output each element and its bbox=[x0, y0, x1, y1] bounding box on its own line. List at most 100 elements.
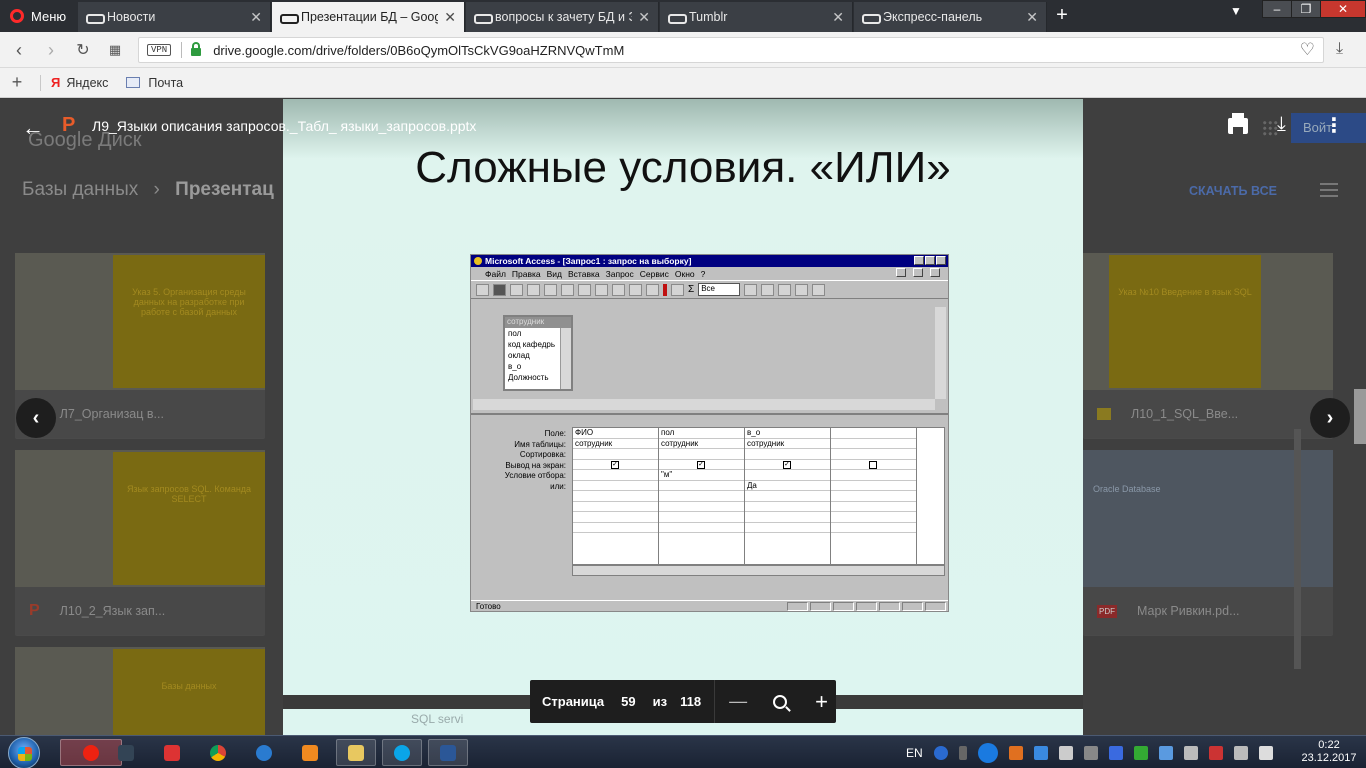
taskbar-save[interactable] bbox=[106, 739, 146, 766]
speed-dial-button[interactable]: ▦ bbox=[104, 39, 126, 61]
powerpoint-icon: P bbox=[29, 602, 40, 619]
close-window-button[interactable]: ✕ bbox=[1320, 0, 1366, 18]
start-button[interactable] bbox=[8, 737, 40, 768]
close-icon bbox=[930, 268, 940, 277]
flag-icon[interactable] bbox=[1258, 745, 1273, 760]
tab-news[interactable]: Новости ✕ bbox=[78, 2, 271, 32]
tab-close-icon[interactable]: ✕ bbox=[638, 9, 650, 26]
grid-cell-sort bbox=[745, 449, 830, 460]
folder-icon bbox=[348, 744, 364, 761]
download-icon[interactable]: ⤓ bbox=[1277, 113, 1286, 136]
downloads-icon[interactable]: ⤓ bbox=[1336, 40, 1343, 58]
print-icon[interactable] bbox=[1228, 113, 1248, 134]
taskbar-ie[interactable] bbox=[244, 739, 284, 766]
heart-icon[interactable]: ♡ bbox=[1300, 40, 1315, 60]
bluetooth-icon[interactable] bbox=[1108, 745, 1123, 760]
tab-exam-questions[interactable]: вопросы к зачету БД и Э ✕ bbox=[466, 2, 659, 32]
restore-button[interactable]: ❐ bbox=[1291, 0, 1321, 18]
skype-icon bbox=[394, 744, 410, 761]
url-text[interactable]: drive.google.com/drive/folders/0B6oQymOl… bbox=[213, 43, 624, 58]
system-clock[interactable]: 0:22 23.12.2017 bbox=[1296, 739, 1362, 765]
menu-edit: Правка bbox=[511, 268, 541, 279]
avast-icon[interactable] bbox=[1008, 745, 1023, 760]
tab-express-panel[interactable]: Экспресс-панель ✕ bbox=[854, 2, 1047, 32]
mixer-icon[interactable] bbox=[1083, 745, 1098, 760]
network-error-icon[interactable] bbox=[1208, 745, 1223, 760]
support-icon[interactable] bbox=[977, 742, 998, 763]
taskbar-word[interactable] bbox=[428, 739, 468, 766]
access-window-buttons bbox=[914, 256, 946, 265]
build-icon bbox=[761, 283, 775, 296]
menu-tools: Сервис bbox=[639, 268, 669, 279]
row-label-show: Вывод на экран: bbox=[505, 460, 566, 470]
bookmark-mail[interactable]: Почта bbox=[126, 76, 183, 90]
tab-label: Tumblr bbox=[689, 10, 728, 24]
tab-close-icon[interactable]: ✕ bbox=[832, 9, 844, 26]
tab-drive-presentations[interactable]: Презентации БД – Google ✕ bbox=[272, 2, 465, 32]
close-icon bbox=[936, 256, 946, 265]
bookmarks-bar: + Я Яндекс Почта bbox=[0, 68, 1366, 98]
cloud-icon[interactable] bbox=[1158, 745, 1173, 760]
zoom-out-icon[interactable]: — bbox=[729, 691, 747, 712]
bookmark-yandex[interactable]: Я Яндекс bbox=[51, 75, 108, 90]
tab-menu-icon[interactable]: ▼ bbox=[1230, 4, 1242, 18]
new-tab-button[interactable]: + bbox=[1052, 4, 1072, 27]
checkbox-checked-icon: ✓ bbox=[783, 460, 791, 469]
taskbar-chrome[interactable] bbox=[198, 739, 238, 766]
url-box[interactable]: VPN drive.google.com/drive/folders/0B6oQ… bbox=[138, 37, 1324, 63]
page-scrollbar-thumb[interactable] bbox=[1354, 389, 1366, 444]
file-card: Язык запросов SQL. Команда SELECT P Л10_2… bbox=[15, 450, 265, 636]
vpn-badge[interactable]: VPN bbox=[147, 44, 172, 56]
zoom-icon[interactable] bbox=[773, 694, 788, 709]
grid-cell-field: пол bbox=[659, 428, 744, 439]
zoom-in-icon[interactable]: + bbox=[815, 689, 828, 715]
forward-button[interactable]: › bbox=[40, 39, 62, 61]
display-icon[interactable] bbox=[1183, 745, 1198, 760]
back-arrow-icon[interactable]: ← bbox=[22, 115, 44, 141]
tab-close-icon[interactable]: ✕ bbox=[444, 9, 456, 26]
opera-menu-button[interactable]: Меню bbox=[0, 0, 76, 32]
taskbar-yandex[interactable] bbox=[152, 739, 192, 766]
grid-cell-field: в_о bbox=[745, 428, 830, 439]
grid-column bbox=[831, 428, 917, 564]
tab-tumblr[interactable]: Tumblr ✕ bbox=[660, 2, 853, 32]
grid-column: в_о сотрудник ✓ Да bbox=[745, 428, 831, 564]
dropbox-icon[interactable] bbox=[1033, 745, 1048, 760]
taskbar-skype[interactable] bbox=[382, 739, 422, 766]
menu-label: Меню bbox=[31, 8, 67, 24]
access-title-bar: Microsoft Access - [Запрос1 : запрос на … bbox=[471, 255, 948, 267]
opera-logo-icon bbox=[10, 9, 24, 23]
network-arrow-icon[interactable] bbox=[958, 745, 967, 760]
tab-close-icon[interactable]: ✕ bbox=[250, 9, 262, 26]
taskbar-explorer[interactable] bbox=[336, 739, 376, 766]
download-arrow-icon[interactable] bbox=[1133, 745, 1148, 760]
page-current[interactable]: 59 bbox=[621, 694, 635, 709]
bookmark-label: Яндекс bbox=[66, 75, 109, 90]
add-bookmark-icon[interactable]: + bbox=[0, 72, 34, 93]
reload-button[interactable]: ↻ bbox=[72, 39, 94, 61]
help-tray-icon[interactable] bbox=[933, 745, 948, 760]
language-indicator[interactable]: EN bbox=[906, 746, 923, 760]
grid-row-labels: Поле: Имя таблицы: Сортировка: Вывод на … bbox=[471, 429, 569, 492]
more-options-icon[interactable]: ⋮ bbox=[1324, 113, 1344, 138]
back-button[interactable]: ‹ bbox=[8, 39, 30, 61]
breadcrumb-root: Базы данных bbox=[22, 179, 139, 200]
grid-cell-or bbox=[573, 481, 658, 491]
minimize-button[interactable]: – bbox=[1262, 0, 1292, 18]
tab-close-icon[interactable]: ✕ bbox=[1026, 9, 1038, 26]
usb-icon[interactable] bbox=[1233, 745, 1248, 760]
next-file-button[interactable]: › bbox=[1310, 398, 1350, 438]
grid-horizontal-scrollbar bbox=[572, 565, 945, 576]
query-grid: ФИО сотрудник ✓ пол сотрудник ✓ "м" в_о … bbox=[572, 427, 945, 565]
file-card: Базы данных bbox=[15, 647, 265, 735]
slide-page: Сложные условия. «ИЛИ» Microsoft Access … bbox=[283, 99, 1083, 735]
page-indicator: Страница 59 из 118 — + bbox=[530, 680, 836, 723]
page-total: 118 bbox=[680, 694, 702, 709]
menu-query: Запрос bbox=[605, 268, 634, 279]
previous-file-button[interactable]: ‹ bbox=[16, 398, 56, 438]
grid-cell-field bbox=[831, 428, 916, 439]
lock-icon[interactable] bbox=[191, 42, 202, 56]
taskbar-media[interactable] bbox=[290, 739, 330, 766]
url-separator bbox=[181, 42, 183, 58]
volume-icon[interactable] bbox=[1058, 745, 1073, 760]
